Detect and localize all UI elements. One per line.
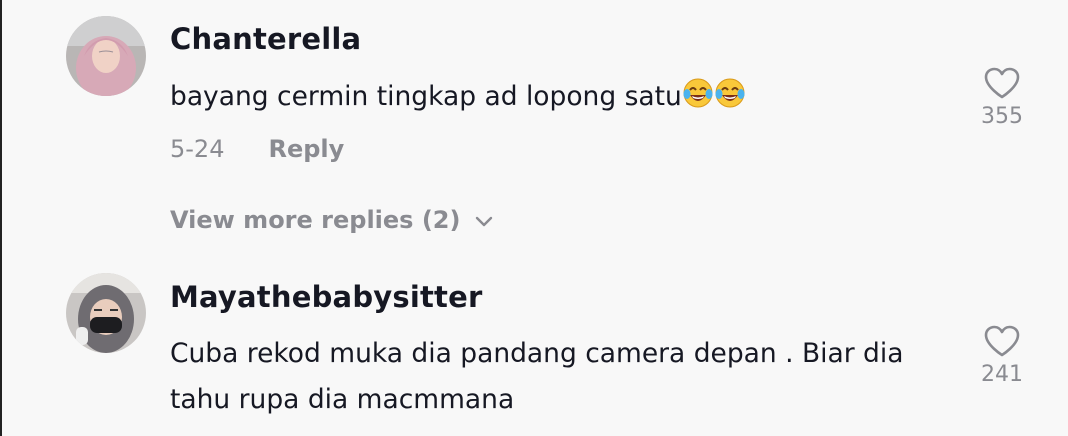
like-button[interactable]: 355 bbox=[966, 66, 1038, 129]
like-button[interactable]: 241 bbox=[966, 324, 1038, 387]
like-count: 355 bbox=[981, 104, 1023, 129]
heart-icon[interactable] bbox=[983, 324, 1021, 358]
chevron-down-icon[interactable] bbox=[474, 214, 494, 228]
comment-text: bayang cermin tingkap ad lopong satu bbox=[170, 74, 960, 120]
view-more-replies-button[interactable]: View more replies (2) bbox=[170, 206, 494, 234]
comment-date: 5-24 bbox=[170, 135, 225, 163]
comment-text-line: Cuba rekod muka dia pandang camera depan… bbox=[170, 338, 904, 369]
avatar[interactable] bbox=[66, 273, 146, 353]
reply-button[interactable]: Reply bbox=[268, 135, 344, 163]
face-with-tears-of-joy-icon bbox=[714, 77, 746, 109]
heart-icon[interactable] bbox=[983, 66, 1021, 100]
view-more-replies-label[interactable]: View more replies (2) bbox=[170, 206, 460, 234]
comment-meta: 5-24 Reply bbox=[170, 135, 344, 163]
face-with-tears-of-joy-icon bbox=[682, 77, 714, 109]
comment-text-body: bayang cermin tingkap ad lopong satu bbox=[170, 81, 682, 112]
like-count: 241 bbox=[981, 362, 1023, 387]
window-edge bbox=[0, 0, 2, 436]
comment-username[interactable]: Chanterella bbox=[170, 22, 361, 56]
comment-text-line: tahu rupa dia macmmana bbox=[170, 384, 515, 415]
avatar[interactable] bbox=[66, 16, 146, 96]
comment-username[interactable]: Mayathebabysitter bbox=[170, 280, 482, 314]
comment-text: Cuba rekod muka dia pandang camera depan… bbox=[170, 331, 960, 423]
